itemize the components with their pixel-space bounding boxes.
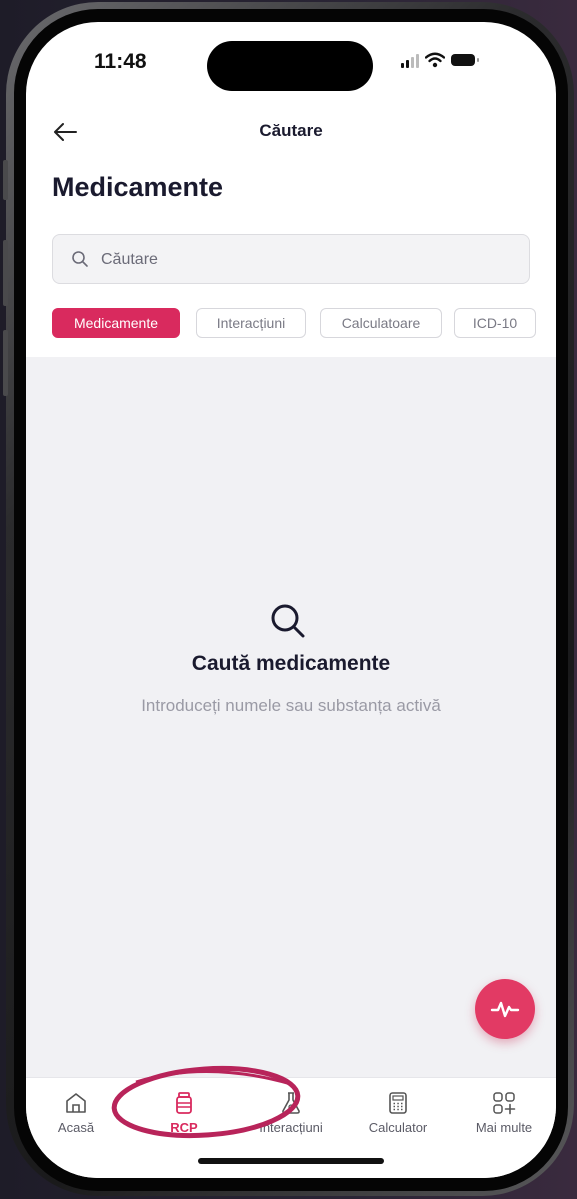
search-input[interactable] bbox=[99, 245, 503, 275]
pulse-fab-button[interactable] bbox=[475, 979, 535, 1039]
header-title: Căutare bbox=[259, 121, 323, 140]
chip-label: Medicamente bbox=[73, 315, 159, 331]
tab-label: Calculator bbox=[368, 1120, 428, 1135]
back-arrow-icon[interactable] bbox=[50, 117, 80, 147]
volume-down-button bbox=[3, 330, 8, 396]
chip-label: Calculatoare bbox=[341, 315, 421, 331]
empty-state-title: Caută medicamente bbox=[191, 652, 391, 675]
search-icon bbox=[271, 604, 305, 638]
chip-label: ICD-10 bbox=[472, 315, 518, 331]
status-time: 11:48 bbox=[94, 50, 147, 73]
chip-calculatoare[interactable]: Calculatoare bbox=[320, 308, 442, 338]
page-title: Medicamente bbox=[52, 172, 224, 202]
volume-up-button bbox=[3, 240, 8, 306]
signal-icon bbox=[401, 52, 419, 68]
tab-mai-multe[interactable]: Mai multe bbox=[456, 1090, 552, 1135]
tab-calculator[interactable]: Calculator bbox=[352, 1090, 444, 1135]
wifi-icon bbox=[425, 52, 445, 68]
battery-icon bbox=[451, 54, 479, 66]
home-icon bbox=[66, 1093, 86, 1113]
header-bar: Căutare bbox=[26, 117, 556, 151]
empty-state-subtitle: Introduceți numele sau substanța activă bbox=[141, 696, 441, 715]
action-button bbox=[3, 160, 8, 200]
tab-label: Mai multe bbox=[475, 1120, 533, 1135]
grid-plus-icon bbox=[493, 1092, 516, 1115]
dynamic-island bbox=[207, 41, 373, 91]
phone-screen: 11:48 Căutare Medicamente Medicamente In bbox=[26, 22, 556, 1178]
results-area bbox=[26, 357, 556, 1077]
calculator-icon bbox=[389, 1092, 407, 1114]
home-indicator bbox=[198, 1158, 384, 1164]
heartbeat-icon bbox=[490, 1001, 520, 1018]
search-icon bbox=[72, 251, 88, 267]
chip-medicamente[interactable]: Medicamente bbox=[52, 308, 180, 338]
chip-label: Interacțiuni bbox=[216, 315, 286, 331]
chip-icd10[interactable]: ICD-10 bbox=[454, 308, 536, 338]
search-box[interactable] bbox=[52, 234, 530, 284]
status-icons bbox=[401, 52, 479, 68]
highlight-annotation bbox=[111, 1065, 301, 1139]
chip-interactiuni[interactable]: Interacțiuni bbox=[196, 308, 306, 338]
